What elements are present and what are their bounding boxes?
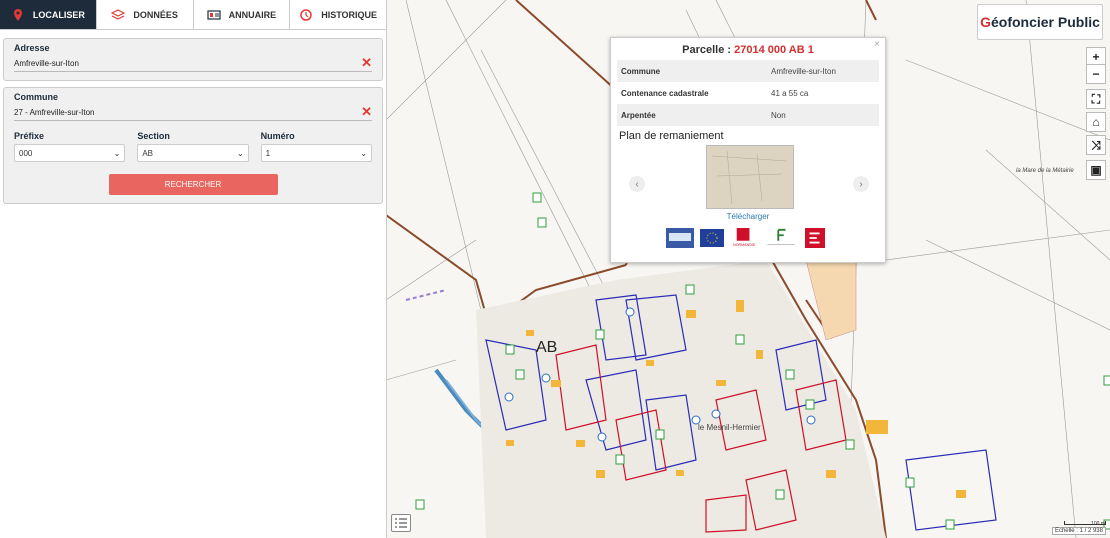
tab-donnees[interactable]: DONNÉES [96, 0, 194, 29]
table-row: Commune Amfreville-sur-Iton [617, 60, 879, 82]
section-label-ab: AB [536, 339, 558, 356]
prefixe-select[interactable]: 000 ⌄ [14, 144, 126, 162]
numero-group: Numéro 1 ⌄ [260, 131, 372, 162]
numero-select[interactable]: 1 ⌄ [260, 144, 372, 162]
scale-widget: 100 m Echelle : 1 / 2 938 [1051, 521, 1106, 535]
tab-historique[interactable]: HISTORIQUE [290, 0, 386, 29]
clear-commune-icon[interactable]: ✕ [361, 105, 372, 118]
village-label: le Mesnil-Hermier [698, 423, 761, 432]
eu-flag-icon [700, 229, 724, 247]
table-row: Contenance cadastrale 41 a 55 ca [617, 82, 879, 104]
popup-title-prefix: Parcelle : [682, 44, 735, 56]
adresse-field[interactable]: Amfreville-sur-Iton ✕ [14, 56, 372, 72]
parcel-info-table: Commune Amfreville-sur-Iton Contenance ca… [617, 60, 879, 126]
scale-text: Echelle : 1 / 2 938 [1051, 527, 1106, 535]
chevron-down-icon: ⌄ [113, 148, 121, 158]
popup-title: Parcelle : 27014 000 AB 1 [611, 44, 885, 56]
geofoncier-logo: Géofoncier Public [977, 4, 1103, 40]
numero-label: Numéro [260, 131, 295, 141]
download-link[interactable]: Télécharger [611, 212, 885, 221]
directory-icon [207, 9, 221, 20]
numero-value: 1 [265, 148, 271, 158]
shuffle-button[interactable]: ⤨ [1086, 135, 1106, 155]
tab-label: LOCALISER [32, 9, 85, 20]
row-key: Contenance cadastrale [621, 88, 709, 98]
adresse-label: Adresse [14, 43, 50, 53]
parcel-popup: × Parcelle : 27014 000 AB 1 Commune Amfre… [610, 37, 886, 263]
svg-text:NORMANDIE: NORMANDIE [733, 243, 756, 247]
tab-bar: LOCALISER DONNÉES ANNUAIRE HISTORIQUE [0, 0, 386, 30]
legend-button[interactable] [391, 514, 411, 532]
left-panel: LOCALISER DONNÉES ANNUAIRE HISTORIQUE Ad… [0, 0, 387, 538]
parcel-number: 27014 000 AB 1 [734, 44, 814, 56]
chevron-down-icon: ⌄ [236, 148, 244, 158]
commune-field[interactable]: 27 - Amfreville-sur-Iton ✕ [14, 105, 372, 121]
row-key: Commune [621, 66, 661, 76]
carousel-prev-icon[interactable]: ‹ [629, 176, 645, 192]
carousel-next-icon[interactable]: › [853, 176, 869, 192]
tab-label: ANNUAIRE [228, 9, 277, 20]
commune-card: Commune 27 - Amfreville-sur-Iton ✕ Préfi… [3, 87, 383, 204]
list-icon [395, 518, 407, 528]
prefixe-group: Préfixe 000 ⌄ [14, 131, 126, 162]
chevron-down-icon: ⌄ [360, 148, 367, 158]
section-group: Section AB ⌄ [137, 131, 249, 162]
map-view[interactable]: Géofoncier Public + − ⛶ ⌂ ⤨ ▣ la Mare de… [386, 0, 1110, 538]
prefixe-value: 000 [19, 148, 33, 158]
zoom-out-button[interactable]: − [1086, 64, 1106, 84]
partner-logos: NORMANDIE [666, 228, 826, 248]
adresse-value[interactable]: Amfreville-sur-Iton [14, 59, 79, 68]
home-button[interactable]: ⌂ [1086, 112, 1106, 132]
brand-initial: G [980, 14, 991, 30]
plan-thumbnail[interactable] [706, 145, 794, 209]
table-row: Arpentée Non [617, 104, 879, 126]
shuffle-icon: ⤨ [1091, 137, 1101, 152]
section-label: Section [137, 131, 170, 141]
history-icon [300, 8, 312, 21]
layer-panel-button[interactable]: ▣ [1086, 160, 1106, 180]
brand-name: éofoncier Public [990, 14, 1100, 30]
clear-adresse-icon[interactable]: ✕ [361, 56, 372, 69]
row-value: Non [771, 110, 786, 120]
search-button[interactable]: RECHERCHER [108, 174, 278, 195]
close-icon[interactable]: × [874, 39, 880, 50]
scale-bar: 100 m [1064, 521, 1106, 527]
tab-label: HISTORIQUE [321, 9, 378, 20]
map-pin-icon [13, 8, 22, 21]
tab-annuaire[interactable]: ANNUAIRE [193, 0, 291, 29]
prefixe-label: Préfixe [14, 131, 45, 141]
plan-carousel: ‹ › [611, 145, 885, 209]
row-key: Arpentée [621, 110, 656, 120]
adresse-card: Adresse Amfreville-sur-Iton ✕ [3, 38, 383, 81]
home-icon: ⌂ [1092, 115, 1100, 129]
parcel-selects: Préfixe 000 ⌄ Section AB ⌄ Numéro 1 ⌄ [14, 131, 372, 162]
commune-value[interactable]: 27 - Amfreville-sur-Iton [14, 108, 94, 117]
panel-icon: ▣ [1090, 163, 1102, 177]
finances-publiques-logo [767, 228, 795, 245]
tab-label: DONNÉES [133, 9, 178, 20]
partner-logo [666, 228, 694, 248]
normandie-logo: NORMANDIE [733, 228, 756, 247]
commune-label: Commune [14, 92, 59, 102]
tab-localiser[interactable]: LOCALISER [0, 0, 97, 29]
section-select[interactable]: AB ⌄ [137, 144, 249, 162]
plan-title: Plan de remaniement [619, 130, 724, 142]
fullscreen-icon: ⛶ [1091, 91, 1101, 106]
geofoncier-mark-icon [805, 228, 825, 248]
row-value: Amfreville-sur-Iton [771, 66, 836, 76]
fullscreen-button[interactable]: ⛶ [1086, 89, 1106, 109]
row-value: 41 a 55 ca [771, 88, 809, 98]
section-value: AB [142, 148, 153, 158]
place-label: la Mare de la Métairie [1016, 168, 1074, 174]
layers-icon [111, 8, 126, 20]
